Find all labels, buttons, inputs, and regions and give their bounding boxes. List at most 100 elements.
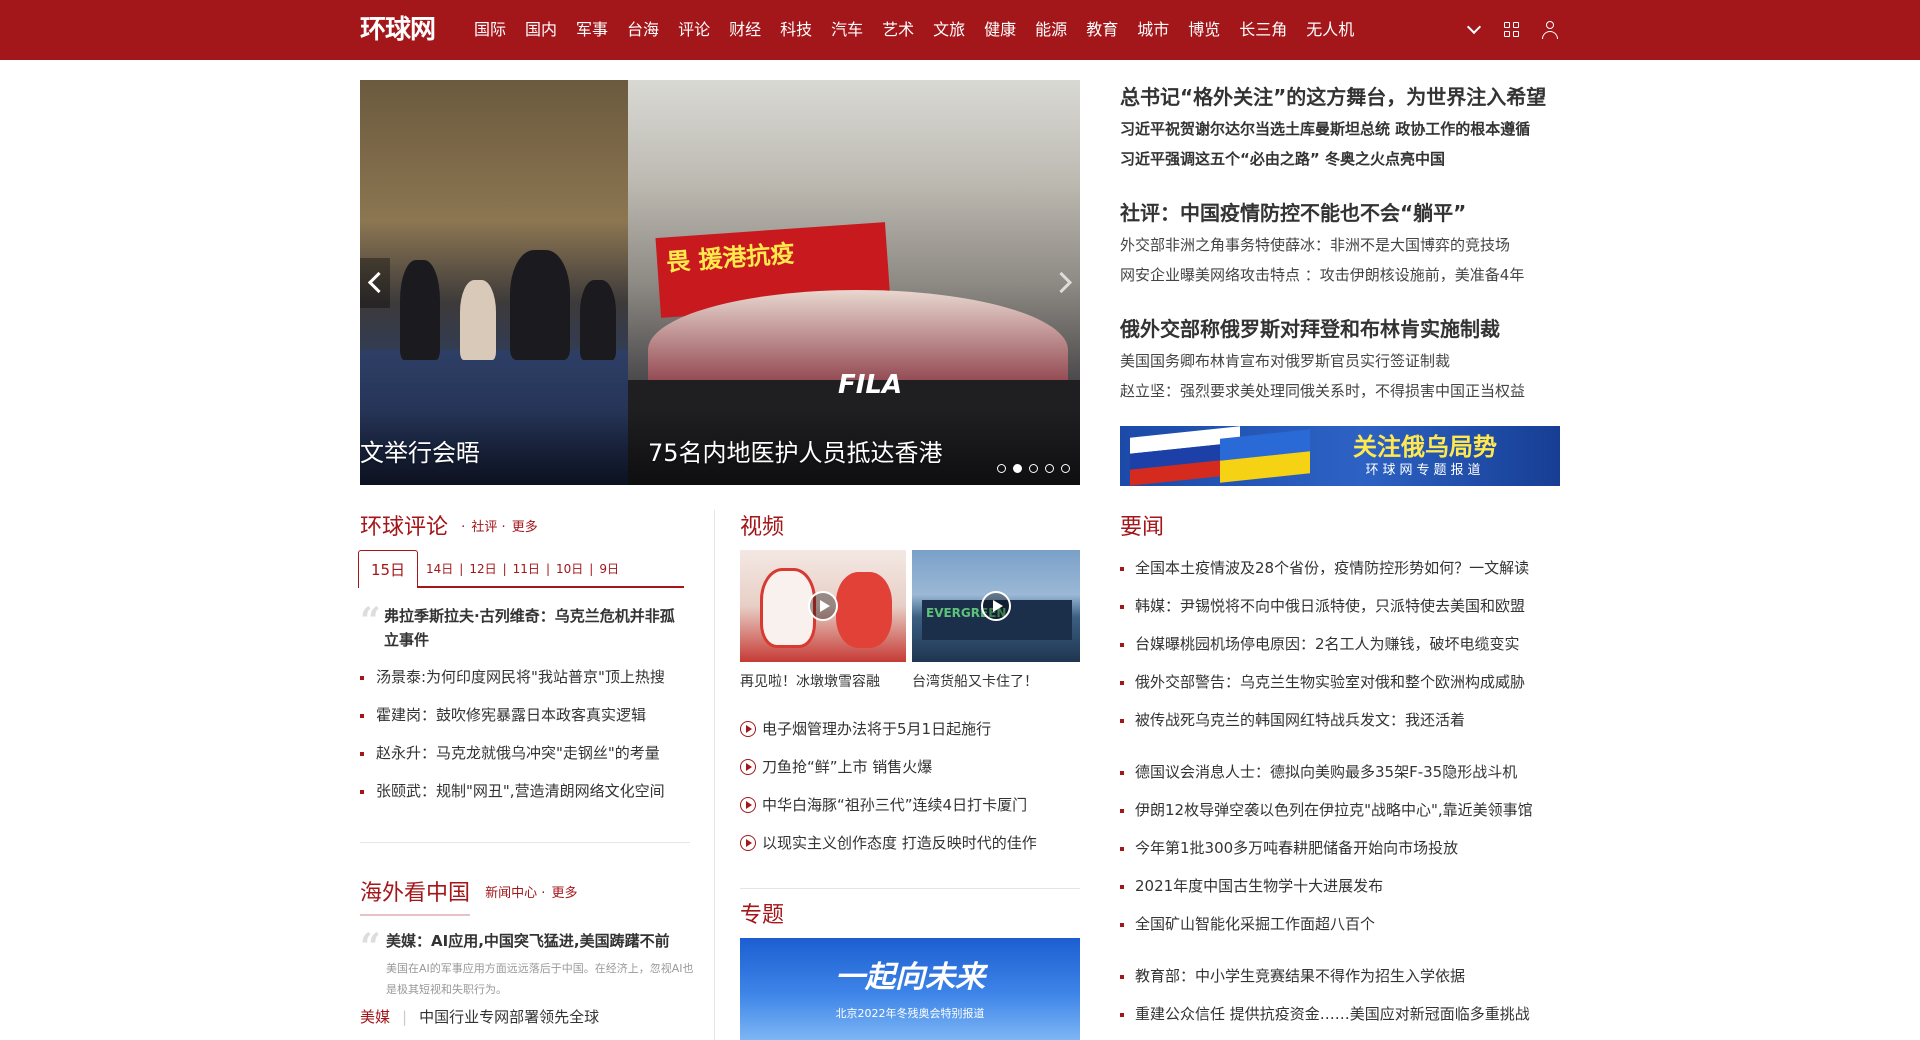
- headline-title[interactable]: 社评：中国疫情防控不能也不会“躺平”: [1120, 196, 1560, 230]
- overseas-item-tag[interactable]: 美媒: [360, 1008, 390, 1026]
- overseas-link-newscenter[interactable]: 新闻中心: [485, 886, 537, 901]
- headline-sub[interactable]: 习近平强调这五个“必由之路” 冬奥之火点亮中国: [1120, 144, 1560, 174]
- headline-sub[interactable]: 赵立坚：强烈要求美处理同俄关系时，不得损害中国正当权益: [1120, 376, 1560, 406]
- list-item[interactable]: 教育部：中小学生竞赛结果不得作为招生入学依据: [1120, 957, 1560, 995]
- play-icon[interactable]: [808, 591, 838, 621]
- list-item[interactable]: 全国矿山智能化采掘工作面超八百个: [1120, 905, 1560, 943]
- russia-ukraine-special-banner[interactable]: 关注俄乌局势 环球网专题报道: [1120, 426, 1560, 486]
- list-item[interactable]: 赵永升：马克龙就俄乌冲突"走钢丝"的考量: [360, 734, 690, 772]
- date-tab[interactable]: 9日: [599, 562, 619, 576]
- date-tab[interactable]: 12日: [469, 562, 496, 576]
- slide-caption-2[interactable]: 75名内地医护人员抵达香港: [648, 438, 943, 468]
- nav-item[interactable]: 文旅: [933, 0, 965, 60]
- topic-banner[interactable]: 一起向未来 北京2022年冬残奥会特别报道: [740, 938, 1080, 1040]
- nav-item[interactable]: 能源: [1035, 0, 1067, 60]
- play-circle-icon[interactable]: [740, 835, 756, 851]
- list-item[interactable]: 重建公众信任 提供抗疫资金……美国应对新冠面临多重挑战: [1120, 995, 1560, 1033]
- nav-item[interactable]: 无人机: [1306, 0, 1354, 60]
- list-item[interactable]: 电子烟管理办法将于5月1日起施行: [740, 710, 1037, 748]
- play-icon[interactable]: [981, 591, 1011, 621]
- slide-person: [580, 280, 616, 360]
- commentary-link-editorial[interactable]: 社评: [471, 520, 497, 535]
- commentary-title[interactable]: 环球评论: [360, 513, 448, 543]
- nav-item[interactable]: 台海: [627, 0, 659, 60]
- overseas-item-text[interactable]: 中国行业专网部署领先全球: [419, 1008, 599, 1026]
- nav-item[interactable]: 健康: [984, 0, 1016, 60]
- headline-slider[interactable]: 畏 援港抗疫 FILA 文举行会晤 75名内地医护人员抵达香港: [360, 80, 1080, 485]
- video-thumb[interactable]: [740, 550, 906, 662]
- nav-item[interactable]: 国内: [525, 0, 557, 60]
- list-item[interactable]: 全国本土疫情波及28个省份，疫情防控形势如何？一文解读: [1120, 549, 1560, 587]
- nav-item[interactable]: 评论: [678, 0, 710, 60]
- list-item[interactable]: 张颐武：规制"网丑",营造清朗网络文化空间: [360, 772, 690, 810]
- date-tab[interactable]: 10日: [556, 562, 583, 576]
- video-item-text[interactable]: 刀鱼抢“鲜”上市 销售火爆: [762, 758, 932, 776]
- commentary-feature[interactable]: 弗拉季斯拉夫·古列维奇：乌克兰危机并非孤立事件: [384, 604, 684, 652]
- video-item-text[interactable]: 以现实主义创作态度 打造反映时代的佳作: [762, 834, 1037, 852]
- overseas-link-more[interactable]: 更多: [552, 886, 578, 901]
- site-logo[interactable]: 环球网: [360, 14, 436, 46]
- headline-sub[interactable]: 外交部非洲之角事务特使薛冰：非洲不是大国博弈的竞技场: [1120, 230, 1560, 260]
- nav-item[interactable]: 教育: [1086, 0, 1118, 60]
- chevron-down-icon[interactable]: [1464, 19, 1484, 40]
- date-tab[interactable]: 14日: [426, 562, 453, 576]
- list-item[interactable]: 伊朗12枚导弹空袭以色列在伊拉克"战略中心",靠近美领事馆: [1120, 791, 1560, 829]
- nav-item[interactable]: 科技: [780, 0, 812, 60]
- headline-title[interactable]: 总书记“格外关注”的这方舞台，为世界注入希望: [1120, 80, 1560, 114]
- slider-prev-arrow-icon[interactable]: [360, 258, 390, 308]
- headline-sub[interactable]: 美国国务卿布林肯宣布对俄罗斯官员实行签证制裁: [1120, 346, 1560, 376]
- headline-title[interactable]: 俄外交部称俄罗斯对拜登和布林肯实施制裁: [1120, 312, 1560, 346]
- video-thumb-caption[interactable]: 再见啦！冰墩墩雪容融: [740, 672, 880, 692]
- list-item[interactable]: 刀鱼抢“鲜”上市 销售火爆: [740, 748, 1037, 786]
- news-title[interactable]: 要闻: [1120, 513, 1164, 543]
- overseas-title[interactable]: 海外看中国: [360, 879, 470, 909]
- video-item-text[interactable]: 中华白海豚“祖孙三代”连续4日打卡厦门: [762, 796, 1027, 814]
- commentary-link-more[interactable]: 更多: [512, 520, 538, 535]
- slider-dot[interactable]: [1045, 464, 1054, 473]
- list-item[interactable]: 以现实主义创作态度 打造反映时代的佳作: [740, 824, 1037, 862]
- list-item[interactable]: 汤景泰:为何印度网民将"我站普京"顶上热搜: [360, 658, 690, 696]
- list-item[interactable]: 2021年度中国古生物学十大进展发布: [1120, 867, 1560, 905]
- date-tab-separator: |: [589, 562, 594, 576]
- slide-bag-brand: FILA: [838, 370, 903, 400]
- slide-caption-1[interactable]: 文举行会晤: [360, 438, 480, 468]
- list-item[interactable]: 韩媒：尹锡悦将不向中俄日派特使，只派特使去美国和欧盟: [1120, 587, 1560, 625]
- video-thumb-caption[interactable]: 台湾货船又卡住了！: [912, 672, 1038, 692]
- slider-dot[interactable]: [997, 464, 1006, 473]
- video-title[interactable]: 视频: [740, 513, 784, 543]
- headline-sub[interactable]: 习近平祝贺谢尔达尔当选土库曼斯坦总统 政协工作的根本遵循: [1120, 114, 1560, 144]
- list-item[interactable]: 中华白海豚“祖孙三代”连续4日打卡厦门: [740, 786, 1037, 824]
- date-tab-active[interactable]: 15日: [358, 550, 418, 588]
- nav-item[interactable]: 城市: [1137, 0, 1169, 60]
- date-tab[interactable]: 11日: [513, 562, 540, 576]
- list-item[interactable]: 霍建岗：鼓吹修宪暴露日本政客真实逻辑: [360, 696, 690, 734]
- nav-item[interactable]: 军事: [576, 0, 608, 60]
- list-item[interactable]: 俄外交部警告：乌克兰生物实验室对俄和整个欧洲构成威胁: [1120, 663, 1560, 701]
- slider-next-arrow-icon[interactable]: [1050, 258, 1080, 308]
- nav-item[interactable]: 汽车: [831, 0, 863, 60]
- nav-item[interactable]: 艺术: [882, 0, 914, 60]
- list-item[interactable]: 今年第1批300多万吨春耕肥储备开始向市场投放: [1120, 829, 1560, 867]
- nav-item[interactable]: 国际: [474, 0, 506, 60]
- video-thumb[interactable]: EVERGREEN: [912, 550, 1080, 662]
- play-circle-icon[interactable]: [740, 797, 756, 813]
- nav-item[interactable]: 博览: [1188, 0, 1220, 60]
- user-icon[interactable]: [1540, 20, 1560, 40]
- slider-dot[interactable]: [1061, 464, 1070, 473]
- list-item[interactable]: 台媒曝桃园机场停电原因：2名工人为赚钱，破坏电缆变实: [1120, 625, 1560, 663]
- play-circle-icon[interactable]: [740, 759, 756, 775]
- slider-dot[interactable]: [1029, 464, 1038, 473]
- nav-item[interactable]: 长三角: [1239, 0, 1287, 60]
- list-item[interactable]: 德国议会消息人士：德拟向美购最多35架F-35隐形战斗机: [1120, 753, 1560, 791]
- list-item[interactable]: 被传战死乌克兰的韩国网红特战兵发文：我还活着: [1120, 701, 1560, 739]
- mascot-shape: [836, 572, 892, 648]
- overseas-item[interactable]: 美媒 | 中国行业专网部署领先全球: [360, 1004, 599, 1030]
- video-item-text[interactable]: 电子烟管理办法将于5月1日起施行: [762, 720, 991, 738]
- apps-grid-icon[interactable]: [1502, 20, 1522, 40]
- headline-sub[interactable]: 网安企业曝美网络攻击特点 ：攻击伊朗核设施前，美准备4年: [1120, 260, 1560, 290]
- nav-item[interactable]: 财经: [729, 0, 761, 60]
- play-circle-icon[interactable]: [740, 721, 756, 737]
- topic-title[interactable]: 专题: [740, 901, 784, 931]
- overseas-feature[interactable]: 美媒：AI应用,中国突飞猛进,美国踌躇不前: [386, 929, 706, 953]
- slider-dot-active[interactable]: [1013, 464, 1022, 473]
